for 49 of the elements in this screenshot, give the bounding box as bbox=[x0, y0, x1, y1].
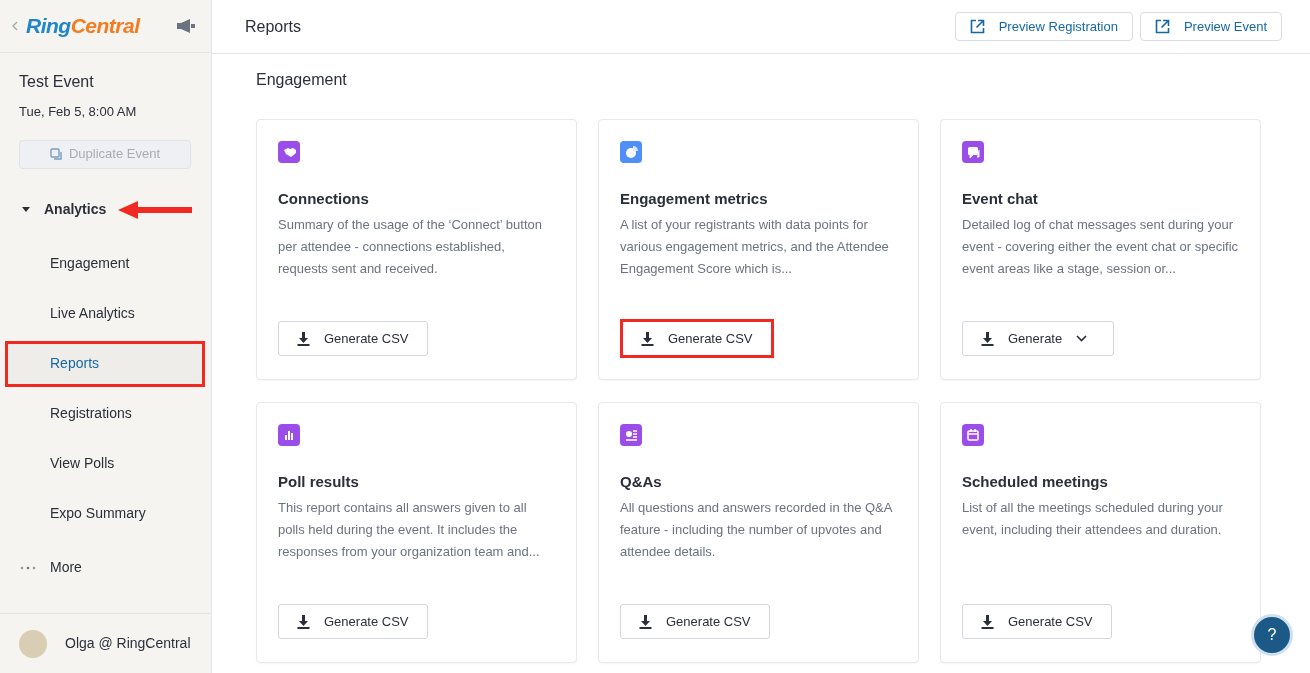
nav-section-label[interactable]: Analytics bbox=[44, 199, 107, 220]
sidebar-item[interactable]: Expo Summary bbox=[5, 490, 205, 537]
download-icon bbox=[297, 614, 310, 629]
sidebar-item[interactable]: Registrations bbox=[5, 390, 205, 437]
generate-button[interactable]: Generate CSV bbox=[620, 319, 774, 358]
sidebar-item[interactable]: Engagement bbox=[5, 240, 205, 287]
generate-button[interactable]: Generate CSV bbox=[278, 321, 428, 356]
section-title: Engagement bbox=[256, 70, 348, 90]
download-icon bbox=[981, 614, 994, 629]
card-description: All questions and answers recorded in the Q&A feature - including the number of upvotes and attendee details. bbox=[620, 498, 894, 561]
generate-button[interactable]: Generate CSV bbox=[962, 604, 1112, 639]
user-avatar bbox=[19, 629, 47, 658]
sidebar-item[interactable]: Reports bbox=[5, 340, 205, 387]
card-description: Summary of the usage of the ‘Connect’ button per attendee - connections established, requests sent and received. bbox=[278, 215, 543, 278]
megaphone-icon[interactable] bbox=[175, 18, 196, 34]
card-description: A list of your registrants with data points for various engagement metrics, and the Attendee Engagement Score which is... bbox=[620, 215, 890, 278]
card-description: This report contains all answers given to all polls held during the event. It includes the responses from your organization team and... bbox=[278, 498, 541, 561]
generate-button[interactable]: Generate CSV bbox=[620, 604, 770, 639]
caret-icon[interactable] bbox=[22, 207, 30, 212]
download-icon bbox=[639, 614, 652, 629]
card-title: Event chat bbox=[962, 189, 1039, 209]
more-link[interactable]: More bbox=[50, 557, 82, 578]
dots-icon bbox=[20, 565, 36, 570]
external-link-icon bbox=[969, 19, 985, 34]
card-title: Poll results bbox=[278, 472, 360, 492]
page-title: Reports bbox=[245, 16, 302, 37]
event-title: Test Event bbox=[19, 72, 95, 92]
sidebar-item[interactable]: Live Analytics bbox=[5, 290, 205, 337]
external-link-icon bbox=[1154, 19, 1170, 34]
download-icon bbox=[297, 331, 310, 346]
download-icon bbox=[981, 331, 994, 346]
card-title: Q&As bbox=[620, 472, 663, 492]
preview-button[interactable]: Preview Registration bbox=[954, 12, 1133, 41]
event-date: Tue, Feb 5, 8:00 AM bbox=[19, 103, 138, 121]
card-title: Engagement metrics bbox=[620, 189, 769, 209]
download-icon bbox=[641, 331, 654, 346]
card-title: Scheduled meetings bbox=[962, 472, 1109, 492]
help-button[interactable]: ? bbox=[1251, 614, 1293, 656]
generate-button[interactable]: Generate bbox=[962, 321, 1115, 356]
card-description: List of all the meetings scheduled during your event, including their attendees and duration. bbox=[962, 498, 1224, 539]
card-description: Detailed log of chat messages sent during your event - covering either the event chat or specific event areas like a stage, session or... bbox=[962, 215, 1239, 278]
sidebar-item[interactable]: View Polls bbox=[5, 440, 205, 487]
preview-button[interactable]: Preview Event bbox=[1139, 12, 1282, 41]
card-title: Connections bbox=[278, 189, 370, 209]
brand-logo: RingCentral bbox=[26, 13, 140, 40]
generate-button[interactable]: Generate CSV bbox=[278, 604, 428, 639]
copy-icon bbox=[49, 147, 63, 161]
user-name[interactable]: Olga @ RingCentral bbox=[65, 633, 191, 654]
chevron-down-icon bbox=[1076, 335, 1088, 342]
